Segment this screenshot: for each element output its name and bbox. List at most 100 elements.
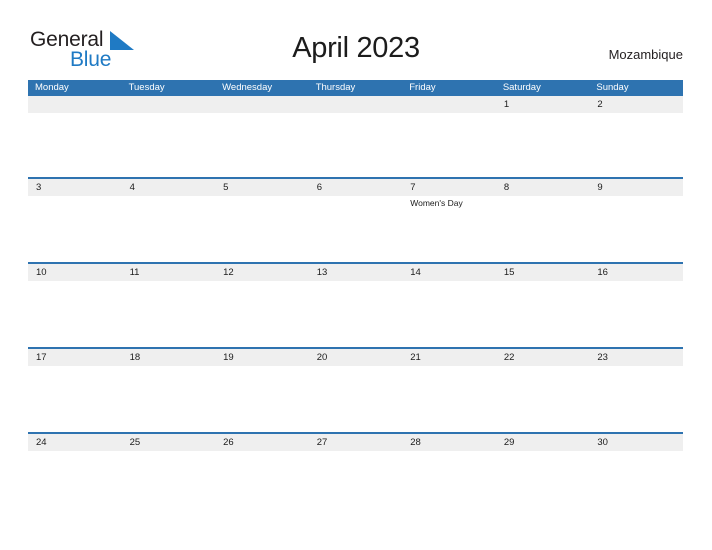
page-title: April 2023 <box>292 32 420 64</box>
day-events <box>28 281 122 283</box>
day-events <box>309 451 403 453</box>
day-cell[interactable]: 21 <box>402 349 496 432</box>
week-row: 1 2 <box>28 96 683 177</box>
day-cell[interactable]: 12 <box>215 264 309 347</box>
day-cell[interactable]: 25 <box>121 434 216 517</box>
day-cell[interactable]: 18 <box>121 349 216 432</box>
day-cell[interactable]: 3 <box>28 179 122 262</box>
day-events <box>122 366 216 368</box>
day-cell[interactable]: 30 <box>589 434 683 517</box>
day-cell[interactable]: 6 <box>308 179 403 262</box>
day-number <box>28 96 122 113</box>
day-number: 16 <box>589 264 683 281</box>
day-events: Women's Day <box>402 196 496 209</box>
day-number: 27 <box>308 434 403 451</box>
calendar-grid: Monday Tuesday Wednesday Thursday Friday… <box>28 80 683 517</box>
day-cell[interactable]: 24 <box>28 434 122 517</box>
day-events <box>28 113 122 115</box>
day-events <box>496 196 590 198</box>
day-events <box>28 366 122 368</box>
day-number: 24 <box>28 434 122 451</box>
weekday-header-sunday: Sunday <box>596 82 629 93</box>
day-cell[interactable]: 23 <box>589 349 683 432</box>
day-number: 12 <box>215 264 309 281</box>
day-cell[interactable]: 4 <box>121 179 216 262</box>
day-events <box>122 451 216 453</box>
day-events <box>402 366 496 368</box>
day-cell[interactable] <box>402 96 496 177</box>
day-cell[interactable]: 29 <box>495 434 590 517</box>
day-cell[interactable]: 1 <box>495 96 590 177</box>
day-cell[interactable]: 5 <box>215 179 309 262</box>
day-cell[interactable]: 13 <box>308 264 403 347</box>
day-number: 2 <box>589 96 683 113</box>
week-row: 24 25 26 27 28 29 30 <box>28 432 683 517</box>
day-cell[interactable] <box>28 96 122 177</box>
event-label[interactable]: Women's Day <box>410 198 492 209</box>
day-number: 19 <box>215 349 309 366</box>
day-events <box>215 113 309 115</box>
day-number: 9 <box>589 179 683 196</box>
day-events <box>589 113 683 115</box>
day-number: 17 <box>28 349 122 366</box>
day-events <box>122 281 216 283</box>
day-number: 6 <box>308 179 403 196</box>
day-cell[interactable] <box>215 96 309 177</box>
day-events <box>215 366 309 368</box>
day-events <box>309 196 403 198</box>
day-cell[interactable]: 11 <box>121 264 216 347</box>
day-events <box>215 281 309 283</box>
weekday-header-wednesday: Wednesday <box>222 82 273 93</box>
day-cell[interactable]: 9 <box>589 179 683 262</box>
day-events <box>309 113 403 115</box>
day-cell[interactable]: 20 <box>308 349 403 432</box>
day-number: 21 <box>402 349 496 366</box>
day-number <box>308 96 403 113</box>
day-number: 3 <box>28 179 122 196</box>
day-events <box>122 113 216 115</box>
day-cell[interactable]: 7 Women's Day <box>402 179 496 262</box>
day-cell[interactable]: 2 <box>589 96 683 177</box>
day-events <box>215 196 309 198</box>
day-events <box>496 281 590 283</box>
day-number: 20 <box>308 349 403 366</box>
day-cell[interactable]: 22 <box>495 349 590 432</box>
day-events <box>402 113 496 115</box>
day-cell[interactable]: 17 <box>28 349 122 432</box>
day-events <box>589 451 683 453</box>
day-number: 11 <box>121 264 216 281</box>
day-cell[interactable]: 15 <box>495 264 590 347</box>
day-cell[interactable]: 19 <box>215 349 309 432</box>
day-number: 26 <box>215 434 309 451</box>
weekday-header-monday: Monday <box>35 82 69 93</box>
day-cell[interactable]: 28 <box>402 434 496 517</box>
day-events <box>402 281 496 283</box>
day-number: 5 <box>215 179 309 196</box>
day-events <box>309 281 403 283</box>
day-events <box>589 281 683 283</box>
day-number <box>215 96 309 113</box>
day-number: 14 <box>402 264 496 281</box>
day-number: 13 <box>308 264 403 281</box>
day-cell[interactable]: 14 <box>402 264 496 347</box>
weekday-header-tuesday: Tuesday <box>128 82 165 93</box>
weekday-header-saturday: Saturday <box>502 82 541 93</box>
day-cell[interactable]: 8 <box>495 179 590 262</box>
day-cell[interactable]: 16 <box>589 264 683 347</box>
day-number: 4 <box>121 179 216 196</box>
day-number <box>121 96 216 113</box>
day-cell[interactable] <box>308 96 403 177</box>
day-number: 10 <box>28 264 122 281</box>
day-cell[interactable]: 26 <box>215 434 309 517</box>
day-number: 15 <box>495 264 590 281</box>
weekday-header-thursday: Thursday <box>315 82 356 93</box>
day-number: 23 <box>589 349 683 366</box>
day-events <box>589 366 683 368</box>
day-cell[interactable] <box>121 96 216 177</box>
day-events <box>589 196 683 198</box>
day-cell[interactable]: 10 <box>28 264 122 347</box>
day-events <box>496 113 590 115</box>
day-number: 30 <box>589 434 683 451</box>
day-events <box>122 196 216 198</box>
day-cell[interactable]: 27 <box>308 434 403 517</box>
